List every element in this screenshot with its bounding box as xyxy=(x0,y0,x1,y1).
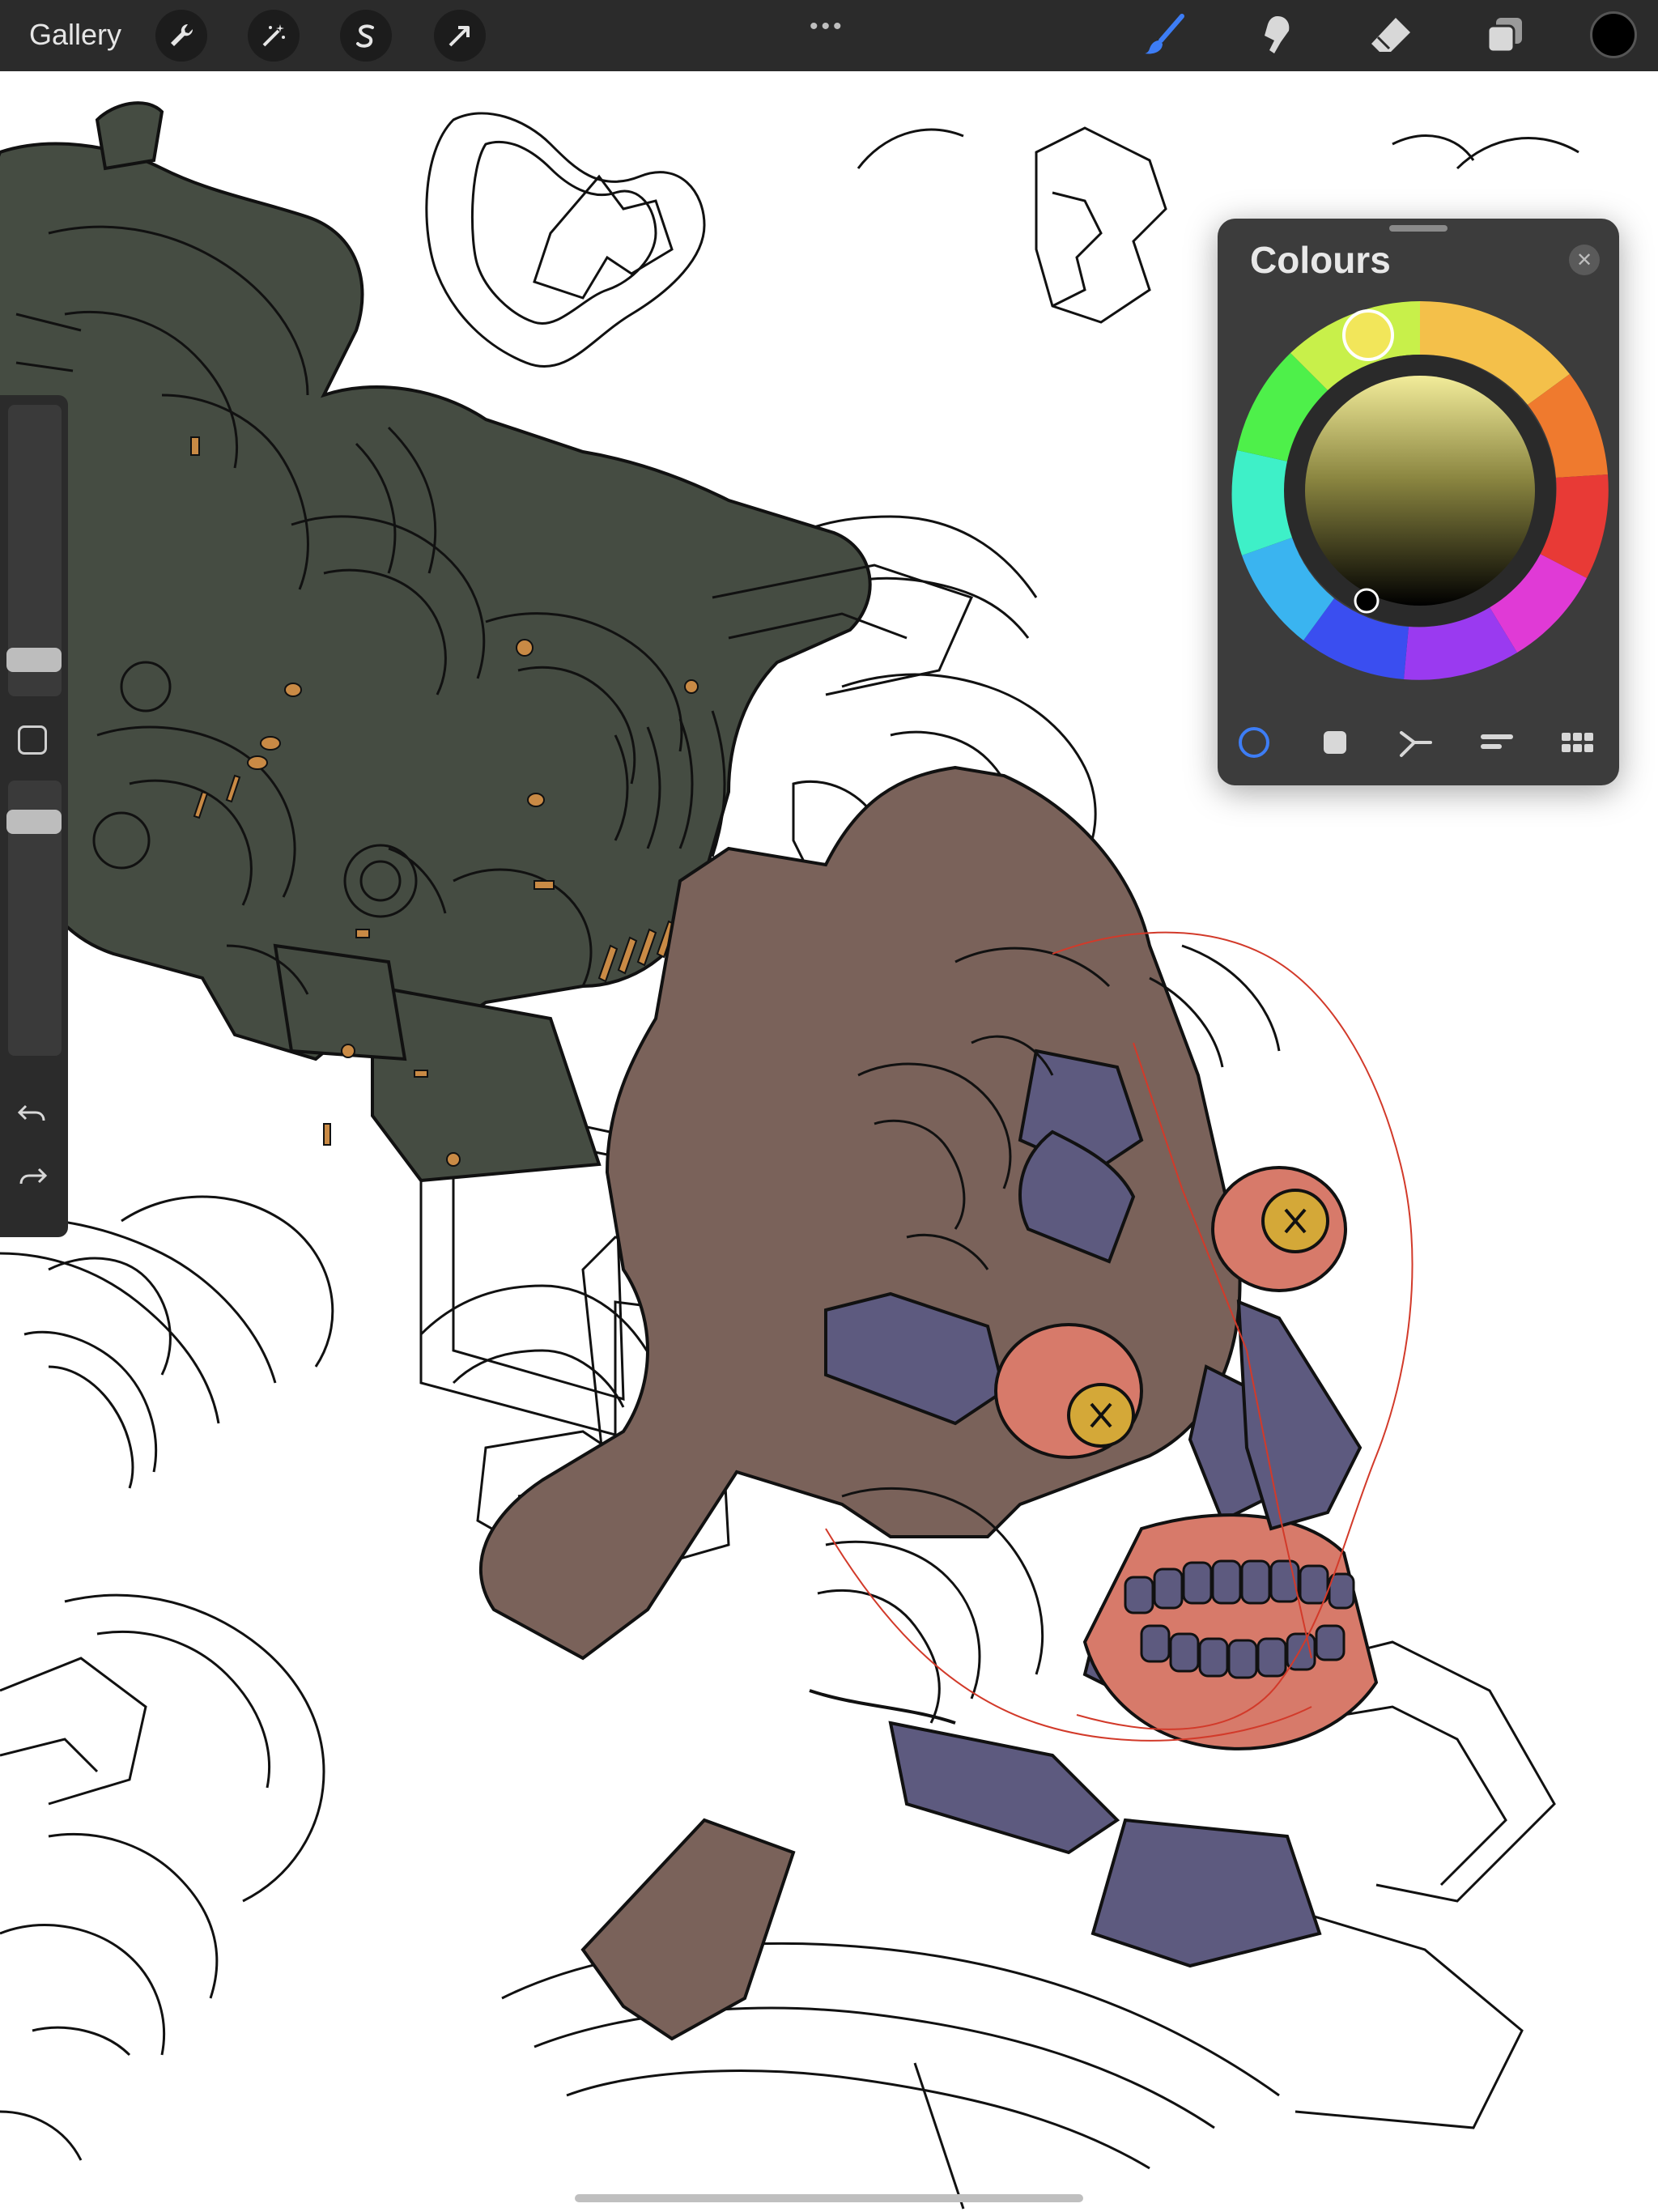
disc-mode-icon[interactable] xyxy=(1226,714,1282,771)
harmony-mode-icon[interactable] xyxy=(1388,714,1444,771)
hue-picker[interactable] xyxy=(1342,309,1394,361)
palettes-mode-icon[interactable] xyxy=(1550,714,1606,771)
brush-icon[interactable] xyxy=(1137,8,1192,63)
more-options-button[interactable]: ••• xyxy=(810,13,845,40)
panel-title: Colours xyxy=(1250,239,1391,281)
panel-drag-handle[interactable] xyxy=(1389,225,1448,232)
eraser-icon[interactable] xyxy=(1363,8,1418,63)
wrench-icon[interactable] xyxy=(155,10,207,62)
brush-size-handle[interactable] xyxy=(6,648,62,672)
undo-arrow-icon[interactable] xyxy=(15,1096,50,1132)
colour-picker[interactable] xyxy=(1354,588,1380,614)
magic-wand-icon[interactable] xyxy=(248,10,300,62)
layers-icon[interactable] xyxy=(1477,8,1532,63)
colours-panel: Colours ✕ xyxy=(1218,219,1619,785)
opacity-handle[interactable] xyxy=(6,810,62,834)
saturation-disc[interactable] xyxy=(1305,376,1535,606)
modify-button[interactable] xyxy=(18,725,47,755)
value-mode-icon[interactable] xyxy=(1469,714,1525,771)
selection-icon[interactable] xyxy=(340,10,392,62)
current-colour-button[interactable] xyxy=(1590,11,1637,58)
colour-mode-tabs xyxy=(1218,714,1619,771)
colour-disc[interactable] xyxy=(1226,296,1614,685)
gallery-button[interactable]: Gallery xyxy=(29,18,121,52)
close-icon[interactable]: ✕ xyxy=(1569,245,1600,275)
home-indicator xyxy=(575,2194,1083,2202)
transform-arrow-icon[interactable] xyxy=(434,10,486,62)
drawing-canvas[interactable]: Colours ✕ xyxy=(0,71,1658,2212)
redo-arrow-icon[interactable] xyxy=(15,1159,50,1195)
smudge-icon[interactable] xyxy=(1250,8,1305,63)
left-sidebar xyxy=(0,395,68,1237)
classic-mode-icon[interactable] xyxy=(1307,714,1363,771)
top-toolbar: Gallery ••• xyxy=(0,0,1658,71)
